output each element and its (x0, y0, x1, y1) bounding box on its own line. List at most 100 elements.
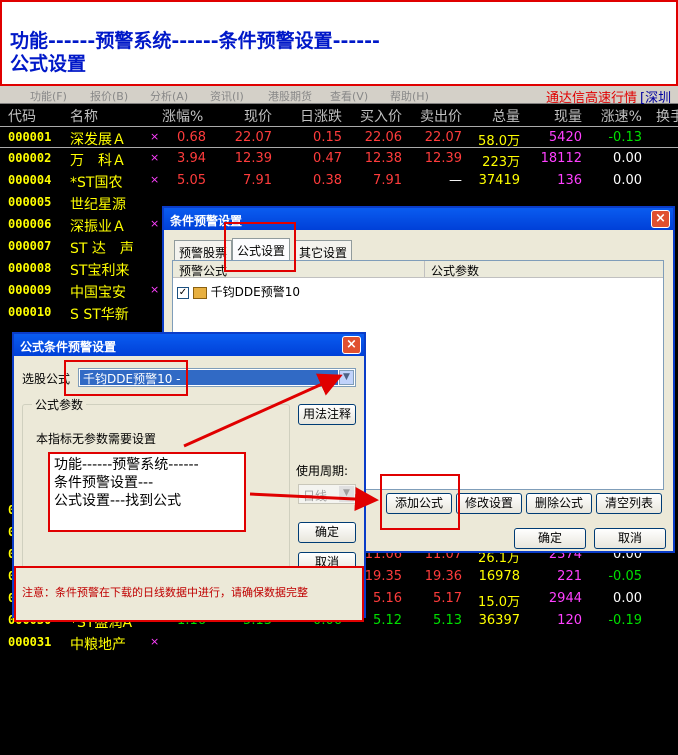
col-name[interactable]: 名称 (70, 106, 98, 126)
cell-price: 12.39 (234, 151, 272, 166)
table-row[interactable]: 000004 *ST国农 × 5.05 7.91 0.38 7.91—37419 136 0.0… (0, 170, 678, 192)
chevron-down-icon[interactable]: ▼ (339, 486, 354, 502)
cell-current-volume: 120 (557, 613, 582, 628)
cell-change-pct: 3.94 (177, 151, 206, 166)
menu-quote[interactable]: 报价(B) (90, 88, 128, 104)
tutorial-banner: 功能------预警系统------条件预警设置------ 公式设置 (0, 0, 678, 86)
cell-price: 22.07 (234, 130, 272, 145)
col-speed[interactable]: 涨速% (594, 106, 642, 126)
menu-info[interactable]: 资讯(I) (210, 88, 244, 104)
col-day-change[interactable]: 日涨跌 (288, 106, 342, 126)
cell-current-volume: 18112 (540, 151, 582, 166)
cell-code: 000002 (8, 151, 52, 165)
menu-analysis[interactable]: 分析(A) (150, 88, 188, 104)
cell-name: ST 达 声 (70, 241, 134, 257)
cell-day-change: 0.47 (313, 151, 342, 166)
formula-item-label: 千钧DDE预警10 (210, 285, 300, 299)
cancel-button[interactable]: 取消 (594, 528, 666, 549)
menu-help[interactable]: 帮助(H) (390, 88, 429, 104)
formula-icon (192, 286, 207, 299)
cell-name: 万 科Ａ (70, 153, 126, 169)
annotation-line-3: 公式设置---找到公式 (54, 493, 182, 509)
clear-list-button[interactable]: 清空列表 (596, 493, 662, 514)
cell-bid: 22.06 (364, 130, 402, 145)
cell-volume: 15.0万 (478, 595, 520, 610)
cell-ask: 5.17 (433, 591, 462, 606)
usage-notes-button[interactable]: 用法注释 (298, 404, 356, 425)
menu-hk-futures[interactable]: 港股期货 (268, 88, 312, 104)
cell-ask: 22.07 (424, 130, 462, 145)
ok-button[interactable]: 确定 (514, 528, 586, 549)
col-turnover[interactable]: 换手 (656, 106, 678, 126)
params-note: 本指标无参数需要设置 (36, 432, 157, 446)
formula-ok-button[interactable]: 确定 (298, 522, 356, 543)
cell-code: 000006 (8, 217, 52, 231)
col-code[interactable]: 代码 (8, 106, 36, 126)
cell-price: 7.91 (243, 173, 272, 188)
col-current-volume[interactable]: 现量 (538, 106, 582, 126)
cell-name: *ST国农 (70, 175, 123, 191)
table-row[interactable]: 000001 深发展Ａ × 0.68 22.07 0.15 22.06 22.07 58.0万 5… (0, 126, 678, 149)
add-formula-button[interactable]: 添加公式 (386, 493, 452, 514)
cell-code: 000001 (8, 130, 52, 144)
table-row[interactable]: 000031 中粮地产 × (0, 632, 678, 654)
cell-speed: 0.00 (613, 173, 642, 188)
cell-current-volume: 136 (557, 173, 582, 188)
cell-speed: -0.13 (608, 130, 642, 145)
cell-volume: 37419 (478, 173, 520, 188)
close-icon[interactable]: × (651, 210, 670, 228)
cell-change-pct: 0.68 (177, 130, 206, 145)
table-row[interactable]: 000002 万 科Ａ × 3.94 12.39 0.47 12.38 12.39 223万 18… (0, 148, 678, 170)
formula-alert-titlebar[interactable]: 公式条件预警设置 (14, 334, 364, 356)
menu-view[interactable]: 查看(V) (330, 88, 368, 104)
period-select[interactable]: 日线 ▼ (298, 484, 356, 504)
column-alert-formula[interactable]: 预警公式 (173, 261, 425, 278)
cell-ask: 5.13 (433, 613, 462, 628)
cell-current-volume: 221 (557, 569, 582, 584)
cell-mark: × (150, 635, 160, 648)
cell-mark: × (150, 217, 160, 230)
annotation-box: 功能------预警系统------ 条件预警设置--- 公式设置---找到公式 (48, 452, 246, 532)
banner-line-1: 功能------预警系统------条件预警设置------ (10, 30, 380, 52)
checkbox-checked-icon[interactable]: ✓ (177, 286, 189, 299)
notice-text: 注意：条件预警在下载的日线数据中进行，请确保数据完整 (22, 586, 308, 599)
delete-formula-button[interactable]: 删除公式 (526, 493, 592, 514)
col-change-pct[interactable]: 涨幅% (162, 106, 203, 126)
alert-settings-titlebar[interactable]: 条件预警设置 (164, 208, 673, 230)
close-icon[interactable]: × (342, 336, 361, 354)
cell-code: 000031 (8, 635, 52, 649)
tab-alert-stocks[interactable]: 预警股票 (174, 240, 233, 260)
select-formula-dropdown[interactable]: 千钧DDE预警10 - ▼ (78, 368, 356, 387)
cell-bid: 12.38 (364, 151, 402, 166)
cell-code: 000004 (8, 173, 52, 187)
select-formula-value: 千钧DDE预警10 - (80, 370, 338, 386)
menu-bar: 功能(F) 报价(B) 分析(A) 资讯(I) 港股期货 查看(V) 帮助(H)… (0, 86, 678, 106)
cell-ask: — (449, 173, 462, 188)
cell-code: 000010 (8, 305, 52, 319)
column-formula-params[interactable]: 公式参数 (425, 261, 663, 278)
menu-function[interactable]: 功能(F) (30, 88, 67, 104)
tab-other-settings[interactable]: 其它设置 (294, 240, 353, 260)
cell-name: 深振业Ａ (70, 219, 126, 235)
tab-formula-settings[interactable]: 公式设置 (232, 238, 291, 260)
modify-settings-button[interactable]: 修改设置 (456, 493, 522, 514)
cell-name: ST宝利来 (70, 263, 130, 279)
cell-code: 000007 (8, 239, 52, 253)
period-label: 使用周期: (296, 464, 349, 478)
cell-name: 中国宝安 (70, 285, 126, 301)
cell-bid: 7.91 (373, 173, 402, 188)
chevron-down-icon[interactable]: ▼ (339, 370, 354, 385)
cell-volume: 58.0万 (478, 134, 520, 149)
annotation-line-2: 条件预警设置--- (54, 475, 154, 491)
col-ask[interactable]: 卖出价 (410, 106, 462, 126)
list-item[interactable]: ✓ 千钧DDE预警10 (177, 283, 300, 299)
cell-mark: × (150, 283, 160, 296)
cell-ask: 12.39 (424, 151, 462, 166)
cell-speed: 0.00 (613, 591, 642, 606)
cell-code: 000008 (8, 261, 52, 275)
col-volume[interactable]: 总量 (478, 106, 520, 126)
cell-change-pct: 5.05 (177, 173, 206, 188)
col-price[interactable]: 现价 (222, 106, 272, 126)
col-bid[interactable]: 买入价 (350, 106, 402, 126)
cell-day-change: 0.15 (313, 130, 342, 145)
